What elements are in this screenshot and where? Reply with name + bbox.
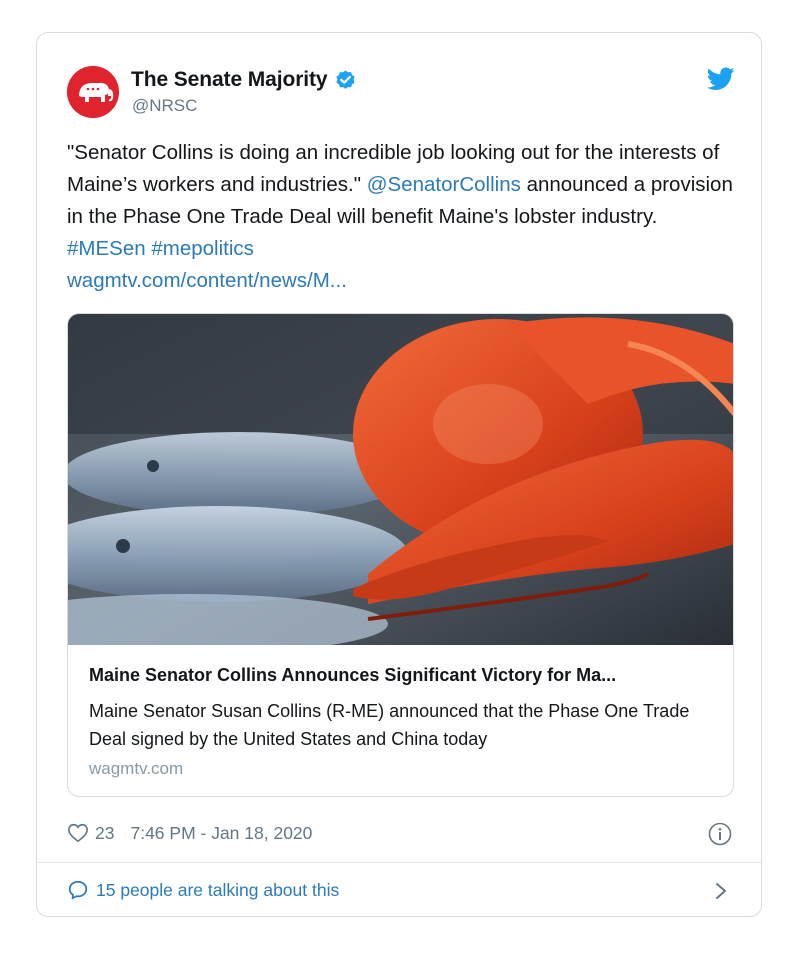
- card-description: Maine Senator Susan Collins (R-ME) annou…: [89, 701, 690, 749]
- card-domain: wagmtv.com: [89, 759, 184, 778]
- elephant-logo-icon: [67, 66, 119, 118]
- like-count: 23: [95, 822, 115, 843]
- tweet-card: The Senate Majority @NRSC "Senator Colli…: [36, 32, 762, 917]
- conversation-link[interactable]: 15 people are talking about this: [67, 879, 339, 901]
- author-name[interactable]: The Senate Majority: [131, 68, 328, 92]
- link-preview-card[interactable]: Maine Senator Collins Announces Signific…: [67, 313, 734, 797]
- article-link[interactable]: wagmtv.com/content/news/M...: [67, 269, 347, 292]
- verified-badge-icon: [336, 69, 356, 89]
- author-handle[interactable]: @NRSC: [132, 96, 197, 116]
- author-name-row: The Senate Majority: [131, 65, 357, 95]
- tweet-text: "Senator Collins is doing an incredible …: [67, 137, 737, 297]
- avatar[interactable]: [67, 66, 119, 118]
- speech-bubble-icon: [68, 880, 88, 900]
- heart-icon[interactable]: [67, 822, 89, 844]
- card-title: Maine Senator Collins Announces Signific…: [89, 665, 617, 685]
- chevron-right-icon[interactable]: [714, 881, 728, 901]
- hashtag-link[interactable]: #mepolitics: [151, 237, 254, 260]
- lobster-photo[interactable]: [68, 314, 734, 645]
- hashtag-link[interactable]: #MESen: [67, 237, 146, 260]
- mention-link[interactable]: @SenatorCollins: [367, 173, 521, 196]
- divider: [37, 862, 761, 863]
- info-icon[interactable]: [708, 822, 732, 846]
- twitter-bird-icon[interactable]: [707, 67, 735, 91]
- talking-count-text[interactable]: 15 people are talking about this: [96, 880, 339, 901]
- timestamp[interactable]: 7:46 PM - Jan 18, 2020: [130, 823, 312, 844]
- meta-row: 23 7:46 PM - Jan 18, 2020: [67, 821, 312, 845]
